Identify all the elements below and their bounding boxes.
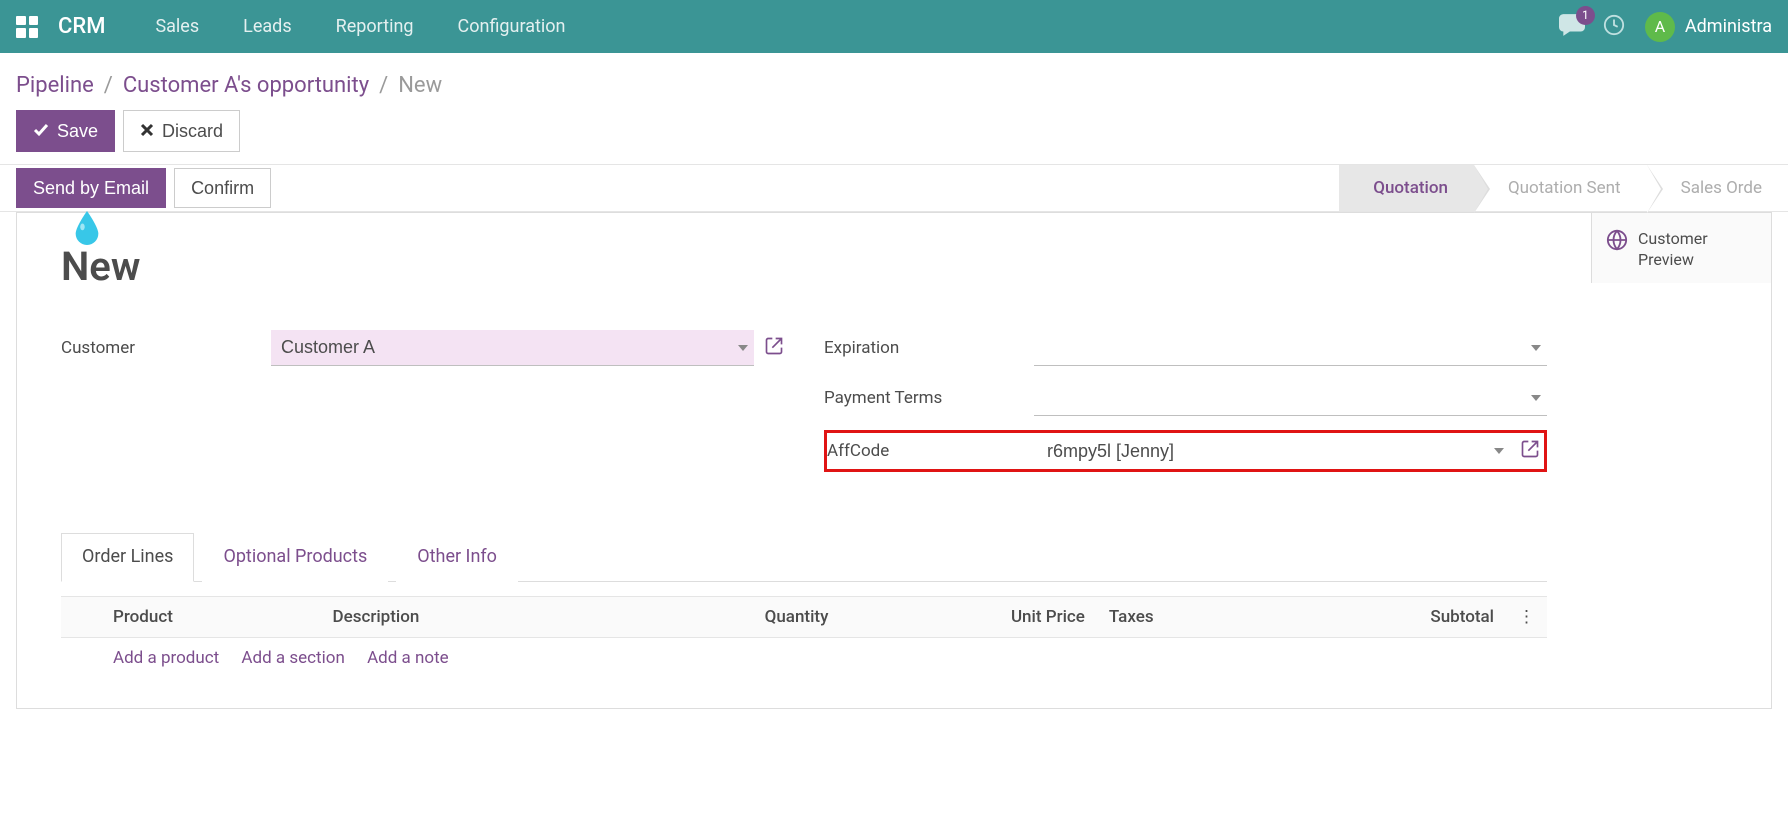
discard-button[interactable]: Discard xyxy=(123,110,240,152)
breadcrumb-sep: / xyxy=(94,73,123,98)
col-subtotal: Subtotal xyxy=(1277,597,1506,638)
avatar: A xyxy=(1645,12,1675,42)
nav-reporting[interactable]: Reporting xyxy=(314,0,436,53)
col-quantity: Quantity xyxy=(611,597,841,638)
add-note-link[interactable]: Add a note xyxy=(367,648,449,668)
add-product-link[interactable]: Add a product xyxy=(113,648,219,668)
chevron-down-icon[interactable] xyxy=(1494,448,1504,454)
field-expiration: Expiration xyxy=(824,330,1547,366)
top-nav: CRM Sales Leads Reporting Configuration … xyxy=(0,0,1788,53)
expiration-label: Expiration xyxy=(824,338,1034,358)
col-taxes: Taxes xyxy=(1097,597,1277,638)
save-button[interactable]: Save xyxy=(16,110,115,152)
customer-input[interactable] xyxy=(271,330,754,366)
affcode-label: AffCode xyxy=(827,441,1037,461)
apps-icon[interactable] xyxy=(16,16,38,38)
field-payment-terms: Payment Terms xyxy=(824,380,1547,416)
messaging-icon[interactable]: 1 xyxy=(1559,14,1585,40)
field-affcode: AffCode xyxy=(824,430,1547,472)
water-drop-icon xyxy=(70,211,104,245)
stage-quotation-sent[interactable]: Quotation Sent xyxy=(1474,165,1647,211)
stage-quotation[interactable]: Quotation xyxy=(1339,165,1474,211)
tab-order-lines[interactable]: Order Lines xyxy=(61,533,194,582)
tab-other-info[interactable]: Other Info xyxy=(396,533,518,582)
table-header-row: Product Description Quantity Unit Price … xyxy=(61,597,1547,638)
status-stages: Quotation Quotation Sent Sales Orde xyxy=(1339,165,1788,211)
kebab-icon[interactable]: ⋮ xyxy=(1506,597,1547,638)
username: Administra xyxy=(1685,16,1772,37)
chat-badge: 1 xyxy=(1576,6,1595,25)
tab-optional-products[interactable]: Optional Products xyxy=(202,533,388,582)
breadcrumb: Pipeline / Customer A's opportunity / Ne… xyxy=(0,53,1788,104)
external-link-icon[interactable] xyxy=(764,336,784,360)
field-customer: Customer xyxy=(61,330,784,366)
status-bar: Send by Email Confirm Quotation Quotatio… xyxy=(0,164,1788,212)
breadcrumb-sep: / xyxy=(369,73,398,98)
breadcrumb-pipeline[interactable]: Pipeline xyxy=(16,73,94,98)
nav-leads[interactable]: Leads xyxy=(221,0,313,53)
external-link-icon[interactable] xyxy=(1520,439,1540,463)
close-icon xyxy=(140,121,154,142)
edit-actions: Save Discard xyxy=(0,104,1788,164)
chevron-down-icon[interactable] xyxy=(738,345,748,351)
send-email-button[interactable]: Send by Email xyxy=(16,168,166,208)
add-section-link[interactable]: Add a section xyxy=(241,648,344,668)
col-product: Product xyxy=(101,597,321,638)
table-row: Add a product Add a section Add a note xyxy=(61,638,1547,679)
customer-label: Customer xyxy=(61,338,271,358)
globe-icon xyxy=(1606,229,1628,255)
expiration-input[interactable] xyxy=(1034,330,1547,366)
affcode-input[interactable] xyxy=(1037,433,1510,469)
user-menu[interactable]: A Administra xyxy=(1645,12,1772,42)
activities-icon[interactable] xyxy=(1603,14,1625,40)
stage-sales-order[interactable]: Sales Orde xyxy=(1647,165,1788,211)
page-title: New xyxy=(61,243,1547,290)
customer-preview-button[interactable]: Customer Preview xyxy=(1591,213,1771,283)
col-unit-price: Unit Price xyxy=(840,597,1097,638)
chevron-down-icon[interactable] xyxy=(1531,345,1541,351)
brand[interactable]: CRM xyxy=(58,14,105,39)
discard-label: Discard xyxy=(162,121,223,142)
check-icon xyxy=(33,121,49,142)
nav-sales[interactable]: Sales xyxy=(133,0,221,53)
nav-configuration[interactable]: Configuration xyxy=(436,0,588,53)
order-lines-table: Product Description Quantity Unit Price … xyxy=(61,596,1547,678)
tabs: Order Lines Optional Products Other Info xyxy=(61,532,1547,582)
col-description: Description xyxy=(321,597,611,638)
save-label: Save xyxy=(57,121,98,142)
chevron-down-icon[interactable] xyxy=(1531,395,1541,401)
payment-terms-input[interactable] xyxy=(1034,380,1547,416)
form-sheet: New Customer xyxy=(16,212,1772,709)
payment-terms-label: Payment Terms xyxy=(824,388,1034,408)
breadcrumb-opportunity[interactable]: Customer A's opportunity xyxy=(123,73,369,98)
customer-preview-label: Customer Preview xyxy=(1638,229,1757,271)
confirm-button[interactable]: Confirm xyxy=(174,168,271,208)
breadcrumb-current: New xyxy=(398,73,442,98)
